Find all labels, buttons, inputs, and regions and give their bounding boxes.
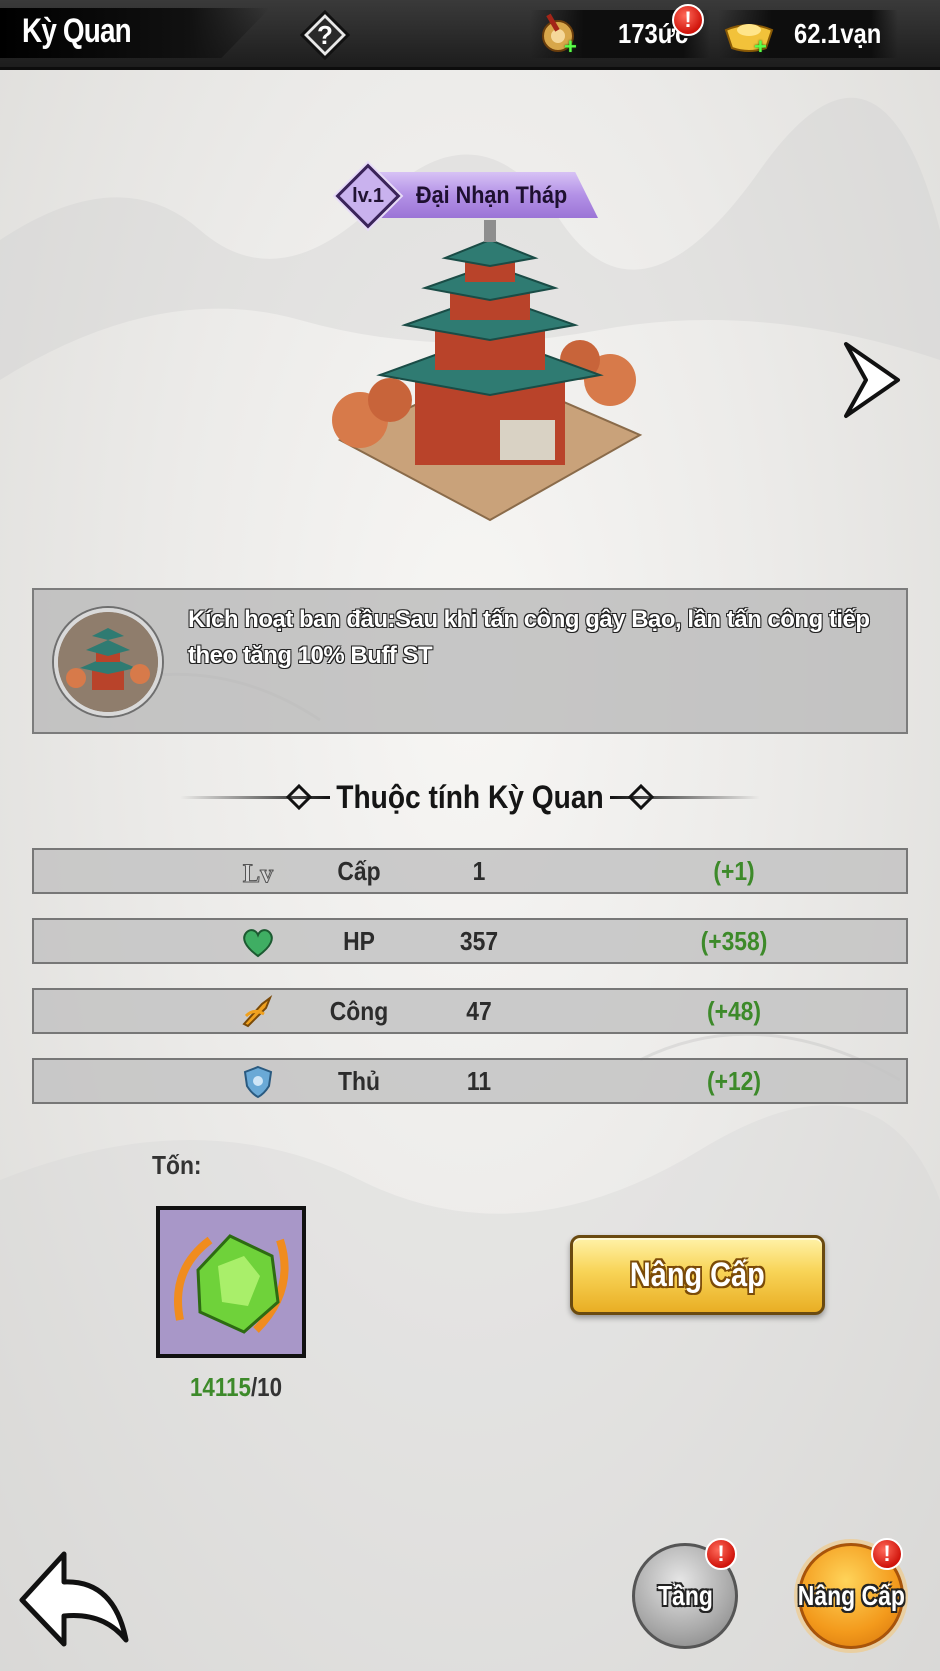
svg-text:Lv: Lv (243, 859, 273, 888)
stat-bonus: (+48) (706, 996, 762, 1026)
page-title: Kỳ Quan (22, 12, 132, 50)
stat-value: 1 (472, 856, 486, 886)
alert-badge: ! (672, 4, 704, 36)
cost-item-slot[interactable] (156, 1206, 306, 1358)
stat-row-attack: Công 47 (+48) (32, 988, 908, 1034)
pagoda-thumbnail-icon (58, 612, 158, 712)
stat-row-level: Lv Cấp 1 (+1) (32, 848, 908, 894)
question-icon: ? (299, 9, 351, 61)
next-building-arrow[interactable] (840, 340, 902, 420)
stat-row-defense: Thủ 11 (+12) (32, 1058, 908, 1104)
stat-row-hp: HP 357 (+358) (32, 918, 908, 964)
stat-label: HP (343, 926, 375, 956)
pagoda-illustration (332, 220, 643, 522)
resource-value: 62.1vạn (794, 18, 882, 49)
upgrade-button-label: Nâng Cấp (630, 1255, 765, 1294)
stat-bonus: (+12) (706, 1066, 762, 1096)
green-gem-icon (174, 1234, 289, 1334)
attack-icon (242, 995, 273, 1028)
skill-description-box: Kích hoạt ban đầu:Sau khi tấn công gây B… (32, 588, 908, 734)
help-button[interactable]: ? (299, 9, 351, 61)
heart-icon (243, 929, 273, 958)
tier-button[interactable]: Tầng ! (632, 1538, 738, 1649)
building-name-ribbon: lv.1 Đại Nhạn Tháp (340, 168, 602, 224)
building-name: Đại Nhạn Tháp (416, 182, 568, 209)
level-icon: Lv (242, 859, 273, 889)
resource-scroll[interactable]: + 173ức ! (530, 4, 710, 58)
stat-label: Công (329, 996, 389, 1026)
stat-value: 357 (459, 926, 499, 956)
cost-count: 14115/10 (190, 1372, 282, 1403)
alert-badge: ! (705, 1538, 737, 1570)
stat-bonus: (+358) (700, 926, 768, 956)
resource-gold[interactable]: + 62.1vạn (718, 10, 898, 58)
level-badge: lv.1 (340, 168, 396, 224)
divider-left (180, 796, 330, 799)
shield-icon (243, 1065, 273, 1099)
back-arrow-icon[interactable] (14, 1540, 134, 1650)
top-bar: Kỳ Quan ? + 173ức ! + 62.1vạn (0, 0, 940, 70)
tier-button-label: Tầng (657, 1580, 713, 1611)
svg-text:?: ? (317, 20, 333, 50)
divider-right (610, 796, 760, 799)
upgrade-tab-label: Nâng Cấp (797, 1580, 905, 1611)
attributes-section-header: Thuộc tính Kỳ Quan (180, 772, 760, 822)
cost-required: /10 (250, 1372, 283, 1402)
stat-value: 11 (466, 1066, 492, 1096)
alert-badge: ! (871, 1538, 903, 1570)
stat-bonus: (+1) (713, 856, 755, 886)
cost-label: Tốn: (152, 1150, 202, 1180)
add-icon[interactable]: + (754, 36, 772, 58)
stat-value: 47 (466, 996, 492, 1026)
add-icon[interactable]: + (564, 36, 582, 58)
section-title: Thuộc tính Kỳ Quan (336, 778, 604, 815)
cost-owned: 14115 (190, 1372, 251, 1402)
skill-description-text: Kích hoạt ban đầu:Sau khi tấn công gây B… (188, 606, 870, 669)
upgrade-button[interactable]: Nâng Cấp (570, 1235, 825, 1315)
building-portrait (54, 608, 162, 716)
upgrade-tab-button[interactable]: Nâng Cấp ! (797, 1538, 905, 1649)
building-level: lv.1 (352, 184, 384, 207)
stat-label: Thủ (338, 1066, 380, 1096)
stat-label: Cấp (337, 856, 381, 886)
